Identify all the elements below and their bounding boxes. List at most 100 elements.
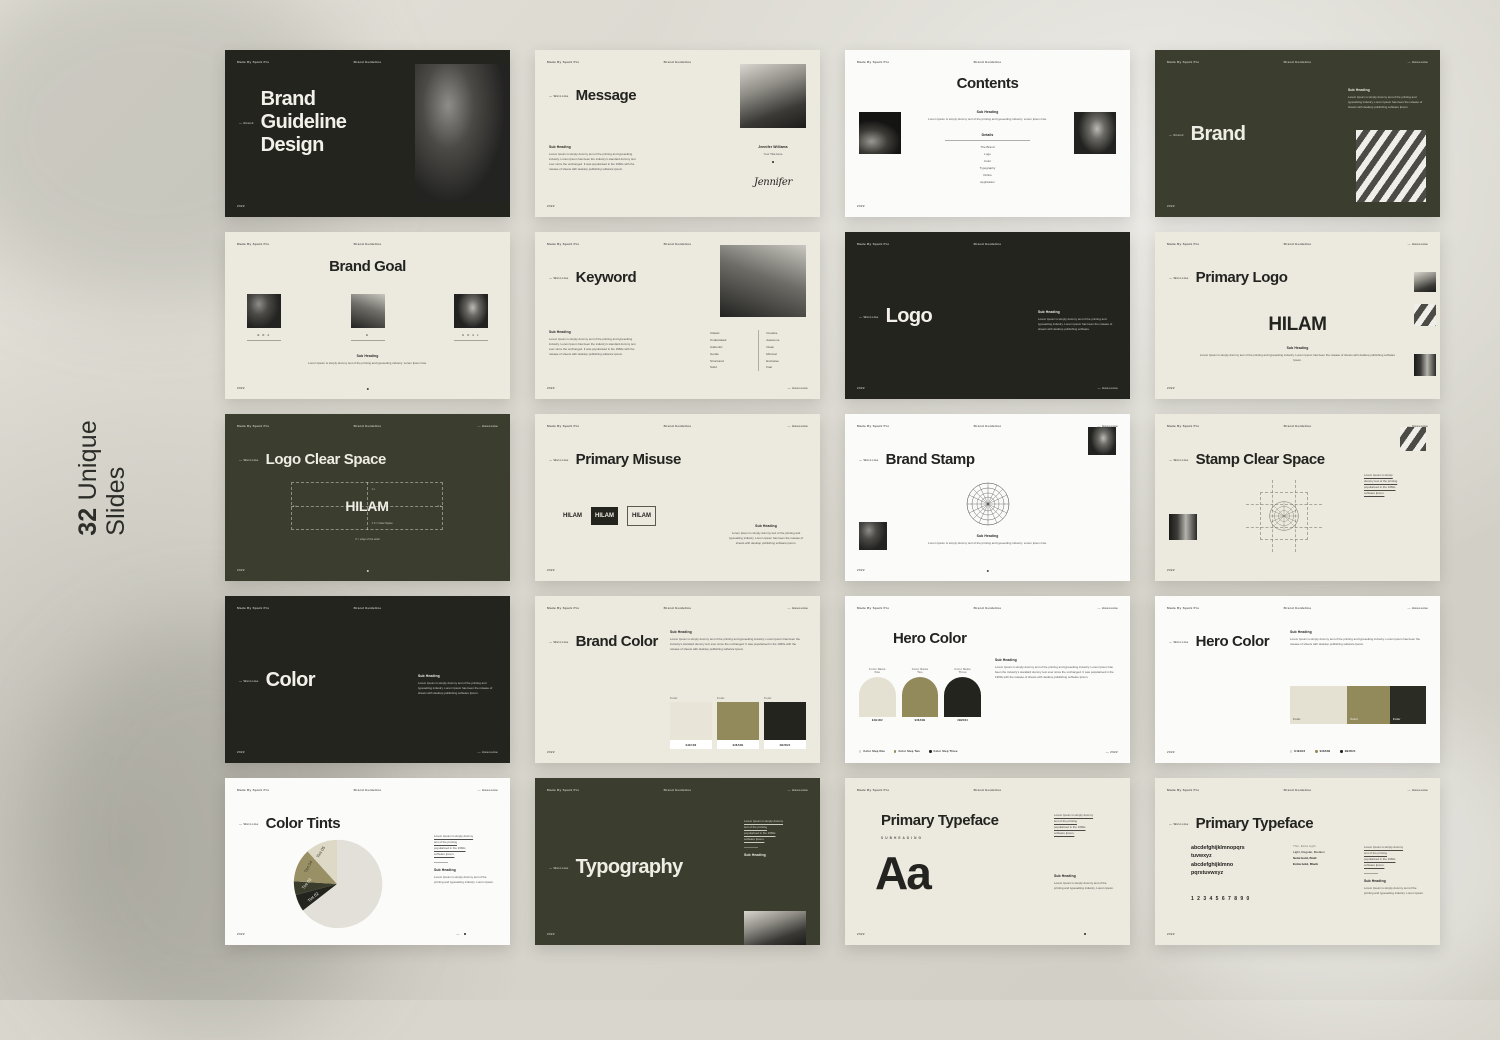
swatch[interactable]: Color 938A5B: [717, 697, 759, 749]
header-brand-center: Brand Guideline: [1284, 60, 1312, 64]
body-text: Lorem Ipsum is simply dummy text of the …: [549, 337, 637, 357]
slide-title: Primary Misuse: [576, 451, 681, 469]
slide-brand-color[interactable]: Made By Spark Pro Brand Guideline Awesom…: [535, 596, 820, 763]
footer-dot: [986, 570, 988, 572]
header-brand-left: Made By Spark Pro: [857, 424, 889, 428]
slide-color-tints[interactable]: Made By Spark Pro Brand Guideline Awesom…: [225, 778, 510, 945]
header-brand-center: Brand Guideline: [974, 788, 1002, 792]
header-brand-center: Brand Guideline: [664, 606, 692, 610]
slide-brand[interactable]: Made By Spark Pro Brand Guideline Awesom…: [1155, 50, 1440, 217]
body-text: Lorem Ipsum is simply dummy text of the …: [287, 361, 448, 366]
footer-year: 2022: [237, 750, 245, 754]
slide-logo[interactable]: Made By Spark Pro Brand Guideline Welcom…: [845, 232, 1130, 399]
footer-year: 2022: [857, 204, 865, 208]
bullet-dot: [772, 161, 774, 163]
swatch-label: Color: [764, 697, 806, 700]
slide-message[interactable]: Made By Spark Pro Brand Guideline Welcom…: [535, 50, 820, 217]
legend-dot: [1340, 750, 1342, 752]
slide-primary-typeface-a[interactable]: Made By Spark Pro Brand Guideline Primar…: [845, 778, 1130, 945]
slide-brand-stamp[interactable]: Made By Spark Pro Brand Guideline Awesom…: [845, 414, 1130, 581]
swatch[interactable]: Color Name Three 2B2D24: [944, 668, 981, 722]
slide-brand-goal[interactable]: Made By Spark Pro Brand Guideline Brand …: [225, 232, 510, 399]
swatch[interactable]: Color: [1290, 686, 1347, 724]
misuse-mark: HILAM: [627, 506, 656, 526]
goal-photo: [454, 294, 488, 328]
slide-photo: [1414, 354, 1436, 376]
swatch-row: Color Color Color: [1290, 686, 1426, 724]
link-item[interactable]: software Ipsum.: [1364, 490, 1426, 496]
slide-photo: [1356, 130, 1426, 202]
header-brand-right: Awesome: [788, 788, 808, 792]
details-label: Details: [923, 133, 1052, 137]
swatch[interactable]: Color Name One E4E1D2: [859, 668, 896, 722]
slide-title: Contents: [957, 75, 1019, 92]
list-item[interactable]: Application: [923, 179, 1052, 186]
header-brand-center: Brand Guideline: [974, 606, 1002, 610]
slide-hero-color-b[interactable]: Made By Spark Pro Brand Guideline Awesom…: [1155, 596, 1440, 763]
swatch[interactable]: Color 2B2D24: [764, 697, 806, 749]
header-brand-left: Made By Spark Pro: [1167, 424, 1199, 428]
slide-photo-bottom: [859, 522, 887, 550]
swatch-row: Color Name One E4E1D2 Color Name Two 938…: [859, 668, 981, 722]
list-item[interactable]: Logo: [923, 151, 1052, 158]
stamp-clear-space-diagram: [1260, 492, 1308, 540]
slide-title: Primary Logo: [1196, 269, 1288, 287]
keyword-column-right: Creative Awesome Clean Minimal Exclusive…: [766, 330, 806, 371]
keyword-item: Solid: [710, 364, 750, 371]
swatch[interactable]: Color: [1390, 686, 1426, 724]
swatch-sub: One: [859, 671, 896, 674]
sub-heading: Sub Heading: [744, 853, 806, 857]
alphabet-line: abcdefghijklmnopqrs: [1191, 844, 1245, 852]
body-text: Lorem Ipsum is simply dummy text of the …: [1290, 637, 1426, 647]
swatch-label: Color: [1293, 718, 1301, 721]
slide-title: Brand Color: [576, 633, 658, 651]
goal-caption: B: [351, 334, 385, 337]
contents-list: The Brand Logo Color Typography Online A…: [923, 144, 1052, 186]
swatch[interactable]: Color Name Two 938A5B: [902, 668, 939, 722]
slide-primary-misuse[interactable]: Made By Spark Pro Brand Guideline Awesom…: [535, 414, 820, 581]
slide-primary-typeface-b[interactable]: Made By Spark Pro Brand Guideline Awesom…: [1155, 778, 1440, 945]
slide-eyebrow: Welcome: [1169, 276, 1189, 280]
link-item[interactable]: software Ipsum.: [1054, 830, 1116, 836]
keyword-item: Gentle: [710, 351, 750, 358]
footer-year: 2022: [547, 386, 555, 390]
slide-hero-color-a[interactable]: Made By Spark Pro Brand Guideline Awesom…: [845, 596, 1130, 763]
header-brand-center: Brand Guideline: [354, 242, 382, 246]
sub-heading: Sub Heading: [1054, 874, 1116, 878]
slide-stamp-clear-space[interactable]: Made By Spark Pro Brand Guideline Awesom…: [1155, 414, 1440, 581]
slide-brand-guideline-design[interactable]: Made By Spark Pro Brand Guideline Brand …: [225, 50, 510, 217]
footer-year: 2022: [237, 932, 245, 936]
slide-typography[interactable]: Made By Spark Pro Brand Guideline Awesom…: [535, 778, 820, 945]
slide-eyebrow: Welcome: [239, 679, 259, 683]
list-item[interactable]: Online: [923, 172, 1052, 179]
slide-color[interactable]: Made By Spark Pro Brand Guideline Welcom…: [225, 596, 510, 763]
slide-eyebrow: Brand: [1169, 133, 1184, 137]
alphabet-line: pqrstuvwxyz: [1191, 869, 1245, 877]
link-item[interactable]: software Ipsum.: [744, 836, 806, 842]
header-brand-center: Brand Guideline: [354, 424, 382, 428]
slide-contents[interactable]: Made By Spark Pro Brand Guideline Conten…: [845, 50, 1130, 217]
link-item[interactable]: software Ipsum.: [434, 851, 496, 857]
link-list: Lorem Ipsum is simply dummy text of the …: [434, 833, 496, 885]
footer-year: 2022: [1167, 568, 1175, 572]
slide-primary-logo[interactable]: Made By Spark Pro Brand Guideline Awesom…: [1155, 232, 1440, 399]
slide-title: Primary Typeface: [881, 812, 999, 829]
slide-logo-clear-space[interactable]: Made By Spark Pro Brand Guideline Awesom…: [225, 414, 510, 581]
header-brand-center: Brand Guideline: [1284, 242, 1312, 246]
list-item[interactable]: The Brand: [923, 144, 1052, 151]
slide-photo: [1414, 304, 1436, 326]
list-item[interactable]: Color: [923, 158, 1052, 165]
swatch[interactable]: Color E4E1D2: [670, 697, 712, 749]
sub-label: S U B H E A D I N G: [881, 836, 922, 840]
slide-eyebrow: Welcome: [1169, 458, 1189, 462]
header-brand-center: Brand Guideline: [354, 60, 382, 64]
list-item[interactable]: Typography: [923, 165, 1052, 172]
footer-brand-right: Awesome: [788, 386, 808, 390]
link-item[interactable]: software Ipsum.: [1364, 862, 1426, 868]
link-list: Lorem Ipsum is simply dummy text of the …: [1364, 844, 1426, 896]
header-brand-left: Made By Spark Pro: [237, 424, 269, 428]
slide-keyword[interactable]: Made By Spark Pro Brand Guideline Welcom…: [535, 232, 820, 399]
swatch[interactable]: Color: [1347, 686, 1390, 724]
body-text: Lorem Ipsum is simply dummy text of the …: [1054, 881, 1116, 891]
color-tints-pie-chart: Tint 02 Tint 03 Tint 04 Tint 05: [291, 838, 383, 930]
